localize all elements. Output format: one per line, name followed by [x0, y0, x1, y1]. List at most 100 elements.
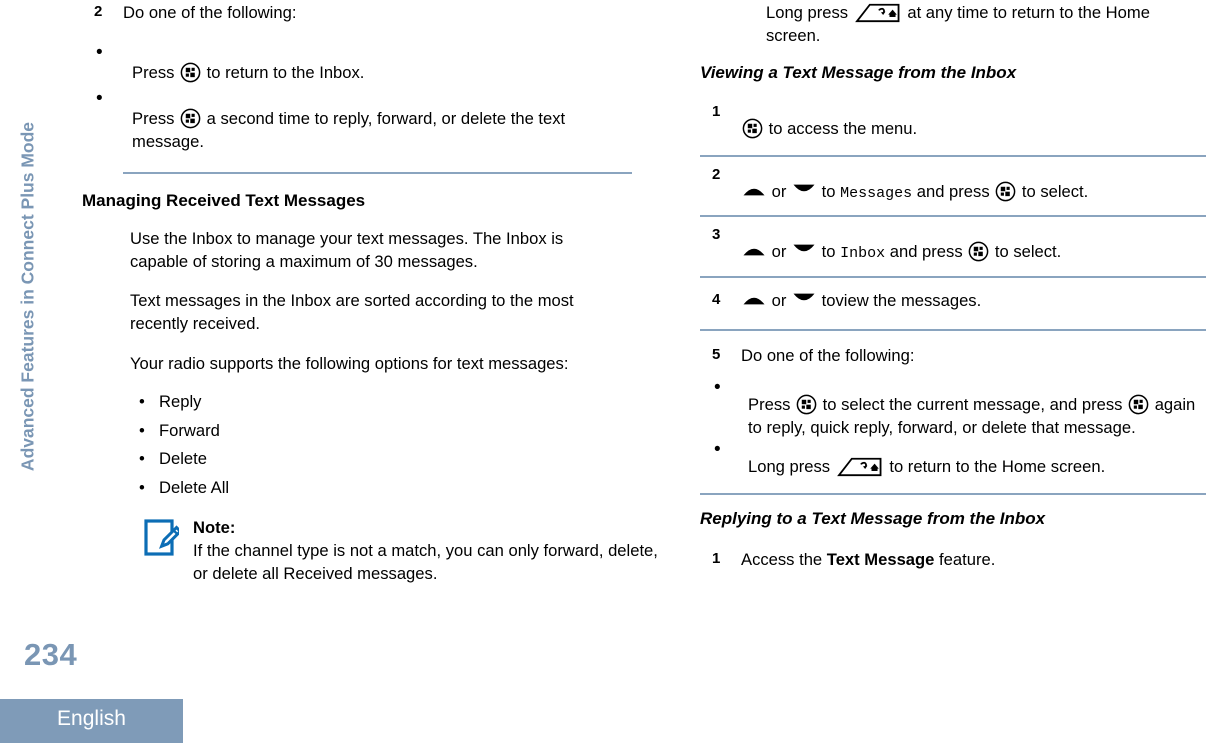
conjunction-or: or [771, 291, 787, 311]
step-body: Access the Text Message feature. [741, 550, 995, 569]
bullet-body: Press to return to the Inbox. [118, 45, 640, 85]
down-arrow-icon [792, 241, 816, 255]
up-arrow-icon [742, 290, 766, 305]
viewing-step-4: 4 or toview the messages. [700, 290, 1206, 313]
bullet-text-middle: to select the current message, and press [822, 394, 1123, 414]
step-2: 2 Do one of the following: [82, 2, 640, 25]
page-number: 234 [24, 637, 78, 672]
conjunction-or: or [771, 181, 787, 201]
up-arrow-icon [742, 181, 766, 196]
intro-bullet: Long press at any time to return to the … [700, 2, 1206, 48]
bullet-marker: • [139, 420, 145, 440]
step-text-to: to [821, 242, 836, 262]
step-5-bullet-2: • Long press to return to the Home scree… [700, 438, 1166, 479]
step-text: to access the menu. [768, 118, 918, 138]
step-divider [700, 276, 1206, 279]
bullet-marker: • [714, 438, 721, 460]
menu-button-icon [796, 394, 817, 415]
menu-button-icon [180, 62, 201, 83]
step-divider [700, 329, 1206, 332]
note-pencil-icon [144, 519, 183, 559]
list-item: • Forward [130, 417, 640, 446]
subsection-heading-viewing: Viewing a Text Message from the Inbox [700, 62, 1017, 82]
step-text-after: feature. [939, 549, 996, 569]
step-number: 2 [712, 165, 721, 183]
back-home-button-icon [836, 456, 883, 477]
language-band: English [0, 699, 183, 743]
step-2-bullet-1: • Press to return to the Inbox. [82, 41, 640, 85]
conjunction-or: or [771, 242, 787, 262]
bullet-body: Press to select the current message, and… [736, 380, 1206, 440]
list-item-label: Forward [159, 420, 220, 440]
step-body: to access the menu. [741, 102, 917, 141]
step-text-before: Access the [741, 549, 823, 569]
paragraph: Use the Inbox to manage your text messag… [130, 228, 564, 271]
step-body: or toview the messages. [741, 291, 981, 310]
step-2-bullet-2: • Press a second time to reply, forward,… [82, 87, 640, 154]
right-column: Long press at any time to return to the … [700, 0, 1206, 572]
viewing-step-1: 1 to access the menu. [700, 102, 1206, 141]
paragraph: Text messages in the Inbox are sorted ac… [130, 291, 574, 334]
note-title: Note: [193, 518, 236, 538]
bullet-marker: • [139, 477, 145, 497]
menu-button-icon [968, 241, 989, 262]
bullet-marker: • [139, 449, 145, 469]
bullet-text-before: Press [132, 62, 175, 82]
feature-name: Text Message [826, 549, 935, 569]
bullet-marker: • [139, 392, 145, 412]
list-item: • Delete All [130, 474, 640, 503]
bullet-text-before: Press [748, 394, 791, 414]
up-arrow-icon [742, 241, 766, 256]
bullet-marker: • [96, 87, 103, 109]
section-divider [700, 492, 1206, 495]
left-column: 2 Do one of the following: • Press to re… [82, 0, 658, 586]
step-text-tail: to select. [994, 242, 1062, 262]
viewing-step-3: 3 or to Inbox and press to select. [700, 225, 1206, 265]
bullet-text-after: to return to the Home screen. [889, 456, 1106, 476]
menu-target-label: Inbox [840, 245, 886, 263]
language-label: English [57, 707, 126, 730]
back-home-button-icon [854, 2, 901, 23]
bullet-marker: • [96, 41, 103, 63]
list-item-label: Reply [159, 392, 202, 412]
step-body: or to Inbox and press to select. [741, 225, 1061, 265]
step-number: 2 [94, 3, 103, 20]
step-text-middle: and press [889, 242, 963, 262]
bullet-text-after: to return to the Inbox. [206, 62, 365, 82]
subsection-heading-replying: Replying to a Text Message from the Inbo… [700, 508, 1046, 528]
menu-button-icon [180, 108, 201, 129]
step-divider [700, 215, 1206, 218]
step-number: 3 [712, 226, 721, 244]
step-number: 4 [712, 291, 721, 309]
viewing-step-2: 2 or to Messages and press to select. [700, 165, 1206, 205]
step-text: Do one of the following: [741, 346, 915, 366]
bullet-body: Press a second time to reply, forward, o… [118, 91, 640, 154]
paragraph: Your radio supports the following option… [130, 354, 569, 374]
list-item-label: Delete [159, 449, 207, 469]
note-callout: Note: If the channel type is not a match… [130, 517, 663, 586]
step-number: 1 [712, 102, 721, 120]
step-text: toview the messages. [821, 291, 982, 311]
down-arrow-icon [792, 290, 816, 304]
step-text-to: to [821, 181, 836, 201]
bullet-body: Long press to return to the Home screen. [736, 442, 1166, 479]
viewing-step-5: 5 Do one of the following: [700, 345, 1206, 368]
step-text-middle: and press [916, 181, 990, 201]
note-body: If the channel type is not a match, you … [193, 541, 658, 584]
list-item-label: Delete All [159, 477, 230, 497]
section-divider [123, 171, 632, 174]
step-body: or to Messages and press to select. [741, 165, 1088, 205]
chapter-side-tab: Advanced Features in Connect Plus Mode [0, 0, 44, 743]
section-heading: Managing Received Text Messages [82, 190, 366, 210]
chapter-side-tab-label: Advanced Features in Connect Plus Mode [17, 121, 38, 472]
step-text-tail: to select. [1021, 181, 1089, 201]
menu-button-icon [742, 118, 763, 139]
step-5-bullet-1: • Press to select the current message, a… [700, 378, 1206, 440]
list-item: • Reply [130, 388, 640, 417]
menu-target-label: Messages [840, 184, 913, 202]
bullet-text-before: Long press [748, 456, 831, 476]
bullet-text-before: Press [132, 108, 175, 128]
list-item: • Delete [130, 445, 640, 474]
step-text: Do one of the following: [123, 3, 297, 22]
menu-button-icon [995, 181, 1016, 202]
